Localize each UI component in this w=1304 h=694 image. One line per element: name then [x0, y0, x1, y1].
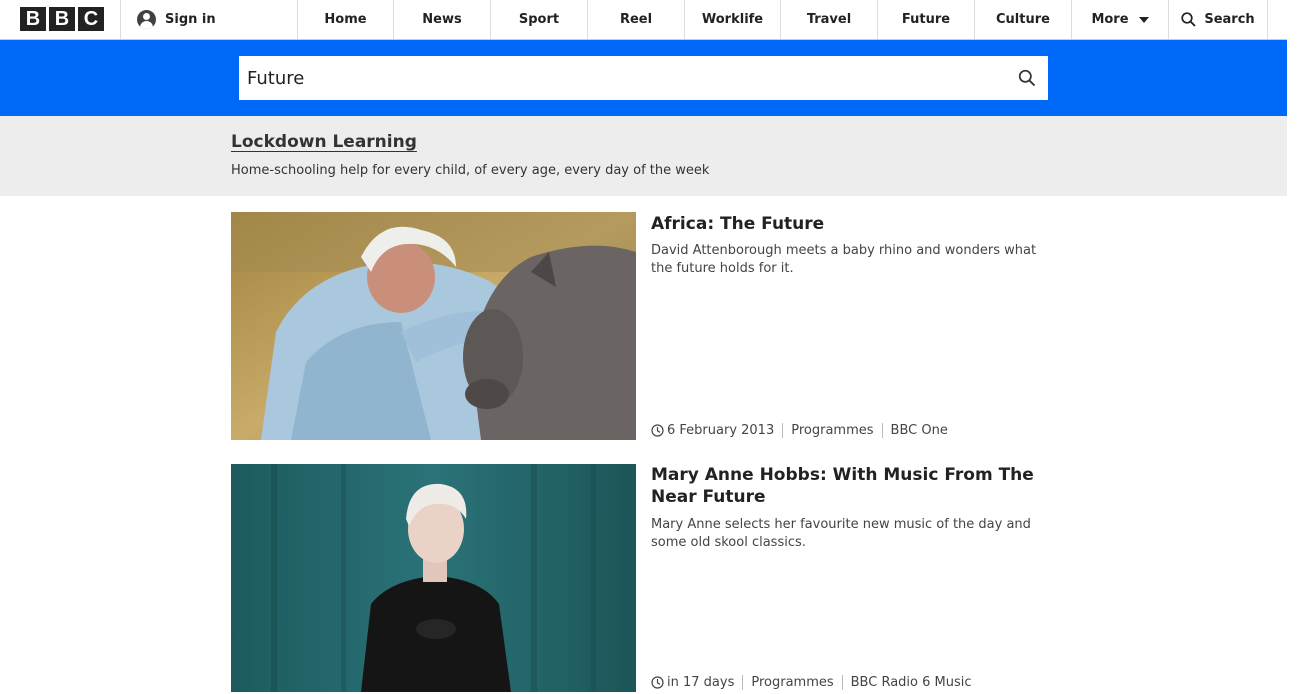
logo-letter: C: [78, 7, 104, 31]
search-input[interactable]: [239, 56, 1007, 100]
nav-divider: [120, 0, 121, 39]
promo-subtitle: Home-schooling help for every child, of …: [231, 163, 710, 178]
search-label: Search: [1204, 12, 1255, 27]
nav-travel[interactable]: Travel: [781, 0, 877, 39]
date-text: in 17 days: [667, 675, 735, 690]
result-description: David Attenborough meets a baby rhino an…: [651, 243, 1037, 276]
result-date: 6 February 2013: [651, 423, 782, 438]
nav-divider: [1267, 0, 1268, 39]
attenborough-rhino-image: [231, 212, 636, 440]
promo-banner: Lockdown Learning Home-schooling help fo…: [0, 116, 1287, 196]
nav-culture[interactable]: Culture: [975, 0, 1071, 39]
more-label: More: [1091, 12, 1129, 27]
clock-icon: [651, 424, 664, 437]
chevron-down-icon: [1138, 16, 1149, 23]
result-thumbnail[interactable]: [231, 464, 636, 692]
result-type: Programmes: [742, 675, 841, 690]
search-result: Africa: The Future David Attenborough me…: [231, 212, 1048, 442]
top-navigation: B B C Sign in Home News Sport Reel Workl…: [0, 0, 1287, 40]
result-meta: 6 February 2013 Programmes BBC One: [651, 423, 956, 438]
search-icon: [1181, 12, 1196, 27]
result-thumbnail[interactable]: [231, 212, 636, 440]
nav-more-button[interactable]: More: [1072, 0, 1168, 39]
result-channel: BBC One: [881, 423, 956, 438]
result-channel: BBC Radio 6 Music: [841, 675, 980, 690]
nav-reel[interactable]: Reel: [588, 0, 684, 39]
result-title-link[interactable]: Africa: The Future: [651, 213, 1051, 235]
nav-search-button[interactable]: Search: [1169, 0, 1267, 39]
sign-in-link[interactable]: Sign in: [137, 0, 216, 39]
bbc-logo[interactable]: B B C: [20, 7, 104, 31]
mary-anne-hobbs-image: [231, 464, 636, 692]
result-date: in 17 days: [651, 675, 742, 690]
nav-future[interactable]: Future: [878, 0, 974, 39]
result-meta: in 17 days Programmes BBC Radio 6 Music: [651, 675, 980, 690]
nav-home[interactable]: Home: [298, 0, 393, 39]
sign-in-label: Sign in: [165, 12, 216, 27]
result-description: Mary Anne selects her favourite new musi…: [651, 517, 1031, 550]
search-submit-icon[interactable]: [1018, 69, 1036, 87]
promo-title-link[interactable]: Lockdown Learning: [231, 132, 417, 152]
search-box: [239, 56, 1048, 100]
user-icon: [137, 10, 156, 29]
date-text: 6 February 2013: [667, 423, 775, 438]
nav-sport[interactable]: Sport: [491, 0, 587, 39]
nav-news[interactable]: News: [394, 0, 490, 39]
result-type: Programmes: [782, 423, 881, 438]
logo-letter: B: [20, 7, 46, 31]
result-title-link[interactable]: Mary Anne Hobbs: With Music From The Nea…: [651, 464, 1051, 508]
logo-letter: B: [49, 7, 75, 31]
nav-worklife[interactable]: Worklife: [685, 0, 780, 39]
clock-icon: [651, 676, 664, 689]
search-band: [0, 40, 1287, 116]
search-result: Mary Anne Hobbs: With Music From The Nea…: [231, 464, 1048, 694]
